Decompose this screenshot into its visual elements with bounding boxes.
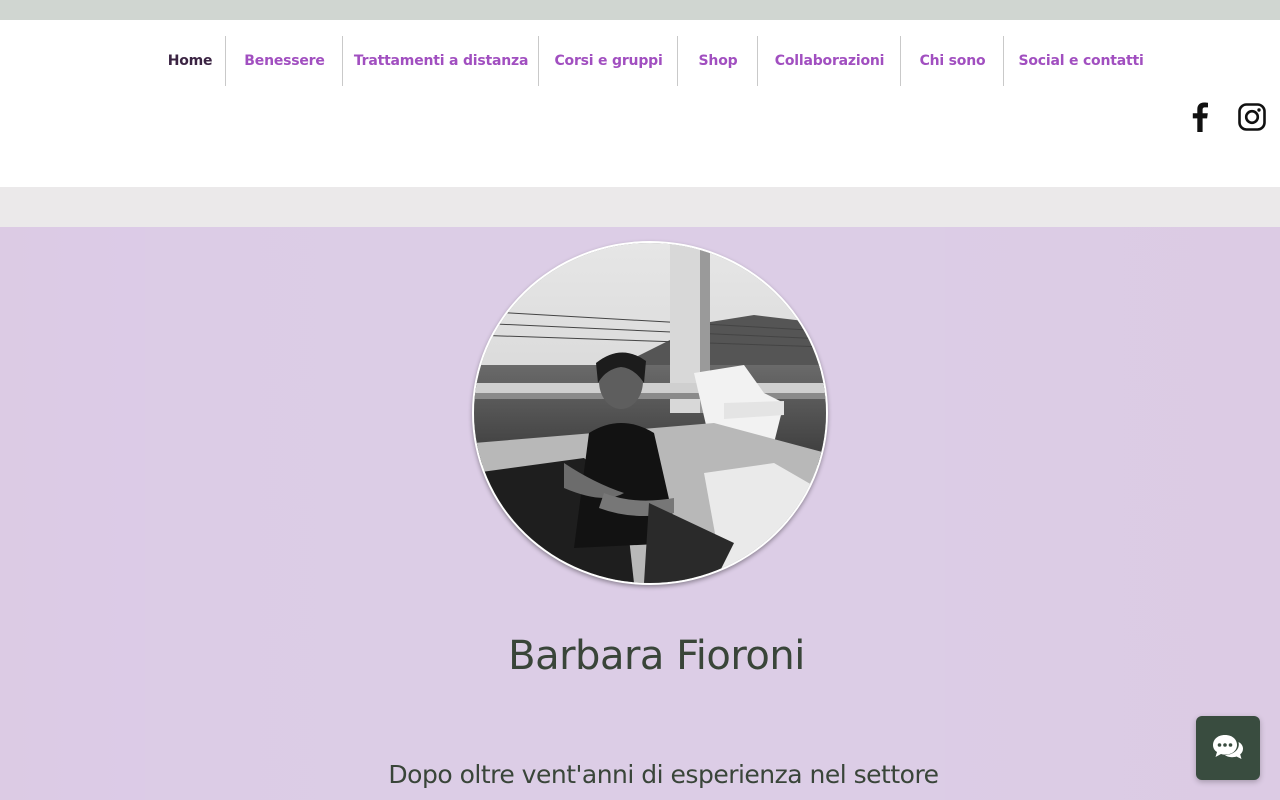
header-divider-band: [0, 187, 1280, 227]
site-header: Home Benessere Trattamenti a distanza Co…: [0, 20, 1280, 187]
hero-section: Barbara Fioroni Dopo oltre vent'anni di …: [0, 227, 1280, 800]
profile-photo: [472, 241, 828, 585]
nav-item-social-e-contatti[interactable]: Social e contatti: [1003, 36, 1157, 86]
chat-button[interactable]: [1196, 716, 1260, 780]
facebook-icon[interactable]: [1185, 102, 1215, 132]
nav-item-collaborazioni[interactable]: Collaborazioni: [757, 36, 900, 86]
top-strip: [0, 0, 1280, 20]
nav-item-trattamenti-a-distanza[interactable]: Trattamenti a distanza: [342, 36, 538, 86]
instagram-icon[interactable]: [1237, 102, 1267, 132]
nav-item-corsi-e-gruppi[interactable]: Corsi e gruppi: [538, 36, 677, 86]
nav-item-benessere[interactable]: Benessere: [225, 36, 342, 86]
main-navigation: Home Benessere Trattamenti a distanza Co…: [154, 36, 1157, 86]
nav-item-chi-sono[interactable]: Chi sono: [900, 36, 1003, 86]
social-links: [1185, 102, 1267, 132]
nav-item-home[interactable]: Home: [154, 36, 225, 86]
nav-item-shop[interactable]: Shop: [677, 36, 757, 86]
hero-intro-text: Dopo oltre vent'anni di esperienza nel s…: [388, 760, 939, 789]
chat-bubbles-icon: [1213, 735, 1243, 759]
hero-name-heading: Barbara Fioroni: [508, 633, 805, 679]
